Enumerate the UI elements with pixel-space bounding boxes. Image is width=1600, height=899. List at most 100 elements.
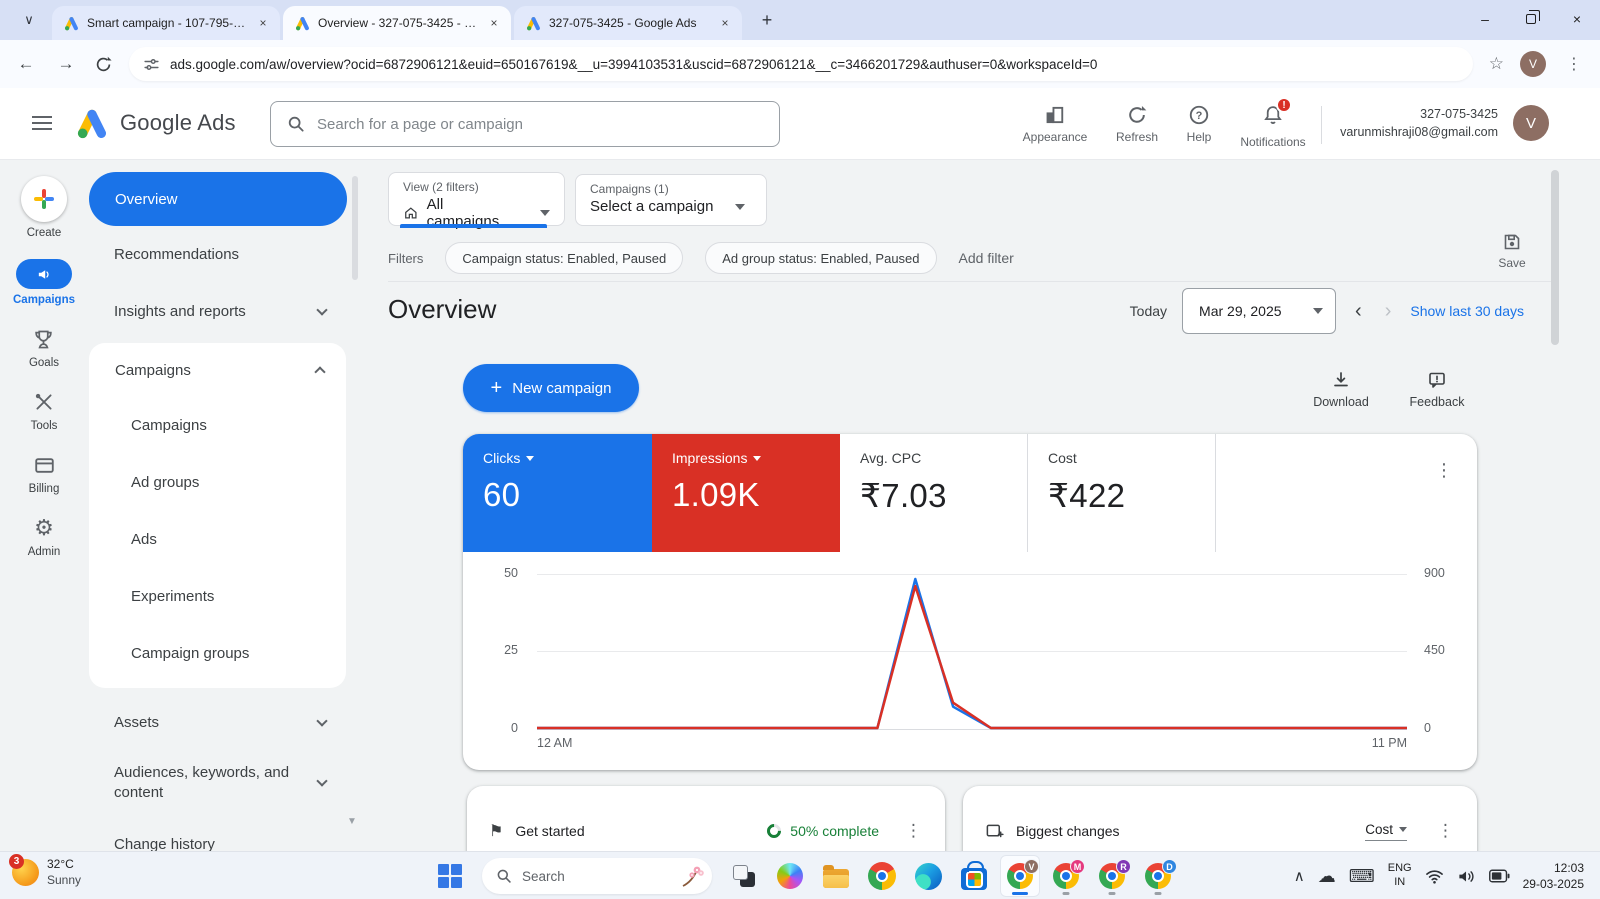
show-last-30-days-link[interactable]: Show last 30 days (1410, 303, 1524, 319)
new-campaign-button[interactable]: + New campaign (463, 364, 639, 412)
campaign-selector[interactable]: Campaigns (1) Select a campaign (575, 174, 767, 226)
sidebar-item-label: Recommendations (114, 246, 240, 263)
filter-chip-campaign-status[interactable]: Campaign status: Enabled, Paused (445, 242, 684, 274)
new-tab-button[interactable]: + (753, 6, 781, 34)
rail-item-goals[interactable]: Goals (29, 326, 59, 369)
appearance-button[interactable]: Appearance (1022, 104, 1088, 144)
language-indicator[interactable]: ENG IN (1388, 862, 1412, 890)
tab-close-icon[interactable]: × (716, 14, 734, 32)
sidebar-item-campaigns-header[interactable]: Campaigns (89, 343, 346, 397)
browser-tab-1[interactable]: Smart campaign - 107-795-478 × (52, 6, 280, 40)
sidebar: Overview Recommendations Insights and re… (88, 160, 348, 853)
view-selector[interactable]: View (2 filters) All campaigns (388, 172, 565, 230)
wifi-icon[interactable] (1425, 868, 1444, 885)
volume-icon[interactable] (1457, 868, 1476, 885)
search-input[interactable] (317, 115, 763, 133)
biggest-changes-icon (986, 824, 1004, 837)
browser-tab-2-active[interactable]: Overview - 327-075-3425 - Goo × (283, 6, 511, 40)
dropdown-caret-icon[interactable] (526, 455, 535, 461)
copilot-button[interactable] (770, 855, 810, 897)
onedrive-cloud-icon[interactable]: ☁ (1318, 866, 1336, 887)
card-menu-icon[interactable]: ⋮ (1435, 460, 1454, 481)
taskbar-search[interactable]: Search (482, 858, 712, 894)
sidebar-item-campaigns[interactable]: Campaigns (89, 397, 346, 454)
chrome-profile-m-button[interactable]: M (1046, 855, 1086, 897)
browser-menu-icon[interactable]: ⋮ (1562, 54, 1586, 74)
hidden-icons-chevron[interactable]: ∧ (1294, 867, 1305, 885)
window-minimize-button[interactable]: – (1462, 0, 1508, 38)
edge-button[interactable] (908, 855, 948, 897)
sidebar-scroll-down-icon[interactable]: ▼ (347, 816, 357, 827)
back-button[interactable]: ← (14, 54, 38, 74)
app-search-box[interactable] (270, 101, 780, 147)
sidebar-item-ads[interactable]: Ads (89, 511, 346, 568)
bookmark-star-icon[interactable]: ☆ (1489, 54, 1504, 74)
browser-tab-3[interactable]: 327-075-3425 - Google Ads × (514, 6, 742, 40)
sidebar-item-assets[interactable]: Assets (88, 694, 348, 751)
metric-value: 60 (483, 476, 521, 513)
save-button[interactable]: Save (1484, 232, 1540, 270)
chrome-profile-r-button[interactable]: R (1092, 855, 1132, 897)
rail-item-billing[interactable]: Billing (29, 452, 59, 495)
tab-search-button[interactable]: ∨ (14, 5, 44, 35)
notifications-button[interactable]: ! Notifications (1234, 97, 1312, 149)
url-bar[interactable]: ads.google.com/aw/overview?ocid=68729061… (129, 47, 1473, 81)
app-indicator (1108, 892, 1116, 895)
metric-tile-avg-cpc[interactable]: Avg. CPC ₹7.03 (840, 434, 1027, 552)
metric-tile-impressions[interactable]: Impressions 1.09K (652, 434, 840, 552)
sidebar-item-experiments[interactable]: Experiments (89, 568, 346, 625)
dropdown-caret-icon[interactable] (753, 455, 762, 461)
browser-profile-avatar[interactable]: V (1520, 51, 1546, 77)
taskbar-clock[interactable]: 12:03 29-03-2025 (1523, 860, 1584, 892)
chrome-button[interactable] (862, 855, 902, 897)
sidebar-item-audiences[interactable]: Audiences, keywords, and content (88, 751, 348, 815)
rail-item-campaigns[interactable]: Campaigns (13, 259, 75, 306)
next-day-button[interactable]: › (1381, 300, 1396, 323)
sidebar-item-insights[interactable]: Insights and reports (88, 283, 348, 340)
window-restore-button[interactable] (1508, 0, 1554, 38)
sidebar-item-overview[interactable]: Overview (89, 172, 347, 226)
feedback-button[interactable]: Feedback (1406, 370, 1468, 409)
sidebar-item-label: Campaign groups (131, 645, 250, 662)
date-picker[interactable]: Mar 29, 2025 (1182, 288, 1337, 334)
rail-item-admin[interactable]: ⚙ Admin (28, 515, 61, 559)
touch-keyboard-icon[interactable]: ⌨ (1349, 866, 1375, 887)
help-button[interactable]: ? Help (1178, 104, 1220, 144)
microsoft-store-button[interactable] (954, 855, 994, 897)
add-filter-button[interactable]: Add filter (959, 250, 1014, 266)
metric-selector-dropdown[interactable]: Cost (1365, 822, 1407, 841)
task-view-button[interactable] (724, 855, 764, 897)
card-menu-icon[interactable]: ⋮ (905, 821, 923, 841)
main-menu-icon[interactable] (32, 116, 52, 130)
previous-day-button[interactable]: ‹ (1351, 300, 1366, 323)
page-scrollbar[interactable] (1551, 170, 1559, 345)
reload-button[interactable] (94, 55, 113, 74)
site-settings-icon[interactable] (143, 56, 160, 73)
account-info[interactable]: 327-075-3425 varunmishraji08@gmail.com (1330, 105, 1498, 141)
battery-icon[interactable] (1488, 869, 1510, 883)
sidebar-item-ad-groups[interactable]: Ad groups (89, 454, 346, 511)
rail-item-create[interactable]: Create (21, 176, 67, 239)
rail-item-tools[interactable]: Tools (31, 389, 57, 432)
window-close-button[interactable]: × (1554, 0, 1600, 38)
filter-chip-ad-group-status[interactable]: Ad group status: Enabled, Paused (705, 242, 937, 274)
file-explorer-button[interactable] (816, 855, 856, 897)
forward-button[interactable]: → (54, 54, 78, 74)
download-button[interactable]: Download (1310, 370, 1372, 409)
chrome-profile-d-button[interactable]: D (1138, 855, 1178, 897)
sidebar-item-campaign-groups[interactable]: Campaign groups (89, 625, 346, 682)
metric-tile-clicks[interactable]: Clicks 60 (463, 434, 652, 552)
refresh-button[interactable]: Refresh (1110, 104, 1164, 144)
start-button[interactable] (430, 855, 470, 897)
tab-close-icon[interactable]: × (485, 14, 503, 32)
weather-widget[interactable]: 3 32°C Sunny (9, 854, 81, 888)
tab-close-icon[interactable]: × (254, 14, 272, 32)
account-email: varunmishraji08@gmail.com (1340, 125, 1498, 140)
sidebar-item-recommendations[interactable]: Recommendations (88, 226, 348, 283)
chrome-profile-v-button[interactable]: V (1000, 855, 1040, 897)
card-menu-icon[interactable]: ⋮ (1437, 821, 1455, 841)
sidebar-scrollbar[interactable] (352, 176, 358, 280)
metric-tile-cost[interactable]: Cost ₹422 (1028, 434, 1215, 552)
account-avatar[interactable]: V (1513, 105, 1549, 141)
metric-label: Clicks (483, 450, 521, 466)
